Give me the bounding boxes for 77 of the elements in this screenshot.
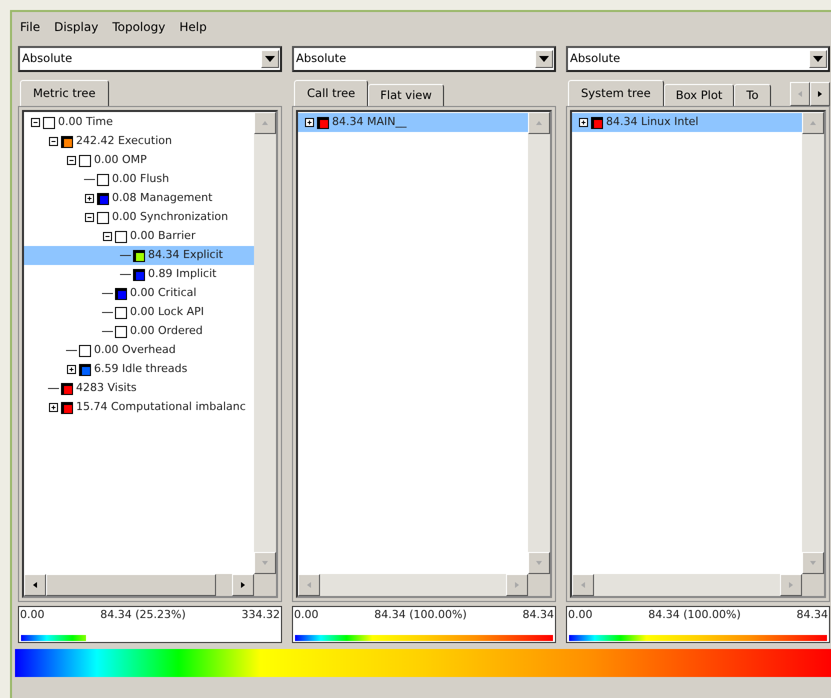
expand-icon[interactable]	[578, 117, 589, 128]
menu-item[interactable]: Help	[179, 18, 207, 42]
tab[interactable]: Call tree	[294, 80, 368, 106]
dropdown-arrow-icon	[539, 56, 549, 62]
scale-max-value: 84.34	[522, 607, 554, 623]
collapse-icon[interactable]	[66, 155, 77, 166]
horizontal-scrollbar[interactable]	[24, 574, 254, 596]
tree-item-label: 0.00 Lock API	[130, 304, 204, 320]
horizontal-scrollbar[interactable]	[572, 574, 802, 596]
collapse-icon[interactable]	[48, 136, 59, 147]
tree-item-label: 0.00 OMP	[94, 152, 147, 168]
vertical-scrollbar[interactable]	[528, 112, 550, 574]
expand-icon[interactable]	[84, 193, 95, 204]
collapse-icon[interactable]	[84, 212, 95, 223]
menu-item[interactable]: Display	[54, 18, 98, 42]
tree-row[interactable]: 84.34 MAIN__	[298, 113, 528, 132]
tree-item-label: 0.00 Ordered	[130, 323, 203, 340]
horizontal-scrollbar[interactable]	[298, 574, 528, 596]
scroll-left-button[interactable]	[298, 574, 320, 596]
scale-max-value: 84.34	[796, 607, 828, 623]
tree-row[interactable]: 84.34 Linux Intel	[572, 113, 802, 132]
scale-min-value: 0.00	[294, 607, 318, 623]
tree-item-label: 242.42 Execution	[76, 133, 172, 150]
scroll-up-button[interactable]	[802, 112, 824, 134]
tree-item-label: 6.59 Idle threads	[94, 361, 188, 378]
tree-item-label: 0.00 Flush	[112, 171, 170, 188]
scroll-left-button[interactable]	[572, 574, 594, 596]
tab[interactable]: System tree	[568, 80, 664, 106]
tab-scroll-left-button[interactable]	[790, 82, 810, 106]
tree-item-label: 0.00 Overhead	[94, 342, 176, 358]
scroll-thumb[interactable]	[46, 574, 216, 596]
tree-item-label: 84.34 Explicit	[148, 247, 223, 264]
scroll-right-button[interactable]	[780, 574, 802, 596]
tree-item-label: 15.74 Computational imbalanc	[76, 399, 246, 416]
expand-icon[interactable]	[48, 402, 59, 413]
mode-dropdown[interactable]: Absolute	[566, 46, 830, 72]
tree-item-label: 0.00 Critical	[130, 285, 196, 302]
tree-row[interactable]: 84.34 Explicit	[24, 246, 254, 265]
scroll-left-button[interactable]	[24, 574, 46, 596]
scroll-up-button[interactable]	[528, 112, 550, 134]
dropdown-arrow-icon	[813, 56, 823, 62]
scroll-down-button[interactable]	[528, 552, 550, 574]
scale-current-value: 84.34 (100.00%)	[374, 607, 467, 623]
mode-dropdown[interactable]: Absolute	[18, 46, 282, 72]
tree-item-label: 0.00 Barrier	[130, 228, 196, 244]
scroll-down-button[interactable]	[802, 552, 824, 574]
scroll-up-button[interactable]	[254, 112, 276, 134]
tree-item-label: 0.00 Synchronization	[112, 209, 228, 226]
mode-dropdown[interactable]: Absolute	[292, 46, 556, 72]
collapse-icon[interactable]	[30, 117, 41, 128]
scale-current-value: 84.34 (100.00%)	[648, 607, 741, 623]
tab[interactable]: Box Plot	[664, 84, 734, 106]
tree-item-label: 0.00 Time	[58, 114, 113, 130]
tree-item-label: 84.34 Linux Intel	[606, 114, 698, 130]
tree-item-label: 0.08 Management	[112, 190, 212, 206]
vertical-scrollbar[interactable]	[254, 112, 276, 574]
scale-current-value: 84.34 (25.23%)	[100, 607, 186, 623]
tab[interactable]: Metric tree	[20, 80, 109, 106]
menu-item[interactable]: Topology	[112, 18, 166, 42]
scale-min-value: 0.00	[20, 607, 44, 623]
scroll-right-button[interactable]	[232, 574, 254, 596]
scale-min-value: 0.00	[568, 607, 592, 623]
scroll-right-button[interactable]	[506, 574, 528, 596]
scroll-down-button[interactable]	[254, 552, 276, 574]
expand-icon[interactable]	[304, 117, 315, 128]
tab-scroll-right-button[interactable]	[810, 82, 830, 106]
tree-item-label: 4283 Visits	[76, 380, 137, 396]
tab[interactable]: To	[734, 84, 771, 106]
dropdown-arrow-icon	[265, 56, 275, 62]
menu-item[interactable]: File	[20, 18, 40, 42]
scale-max-value: 334.32	[241, 607, 280, 623]
tab[interactable]: Flat view	[368, 84, 444, 106]
vertical-scrollbar[interactable]	[802, 112, 824, 574]
tree-item-label: 0.89 Implicit	[148, 266, 216, 282]
tree-item-label: 84.34 MAIN__	[332, 114, 406, 130]
expand-icon[interactable]	[66, 364, 77, 375]
collapse-icon[interactable]	[102, 231, 113, 242]
